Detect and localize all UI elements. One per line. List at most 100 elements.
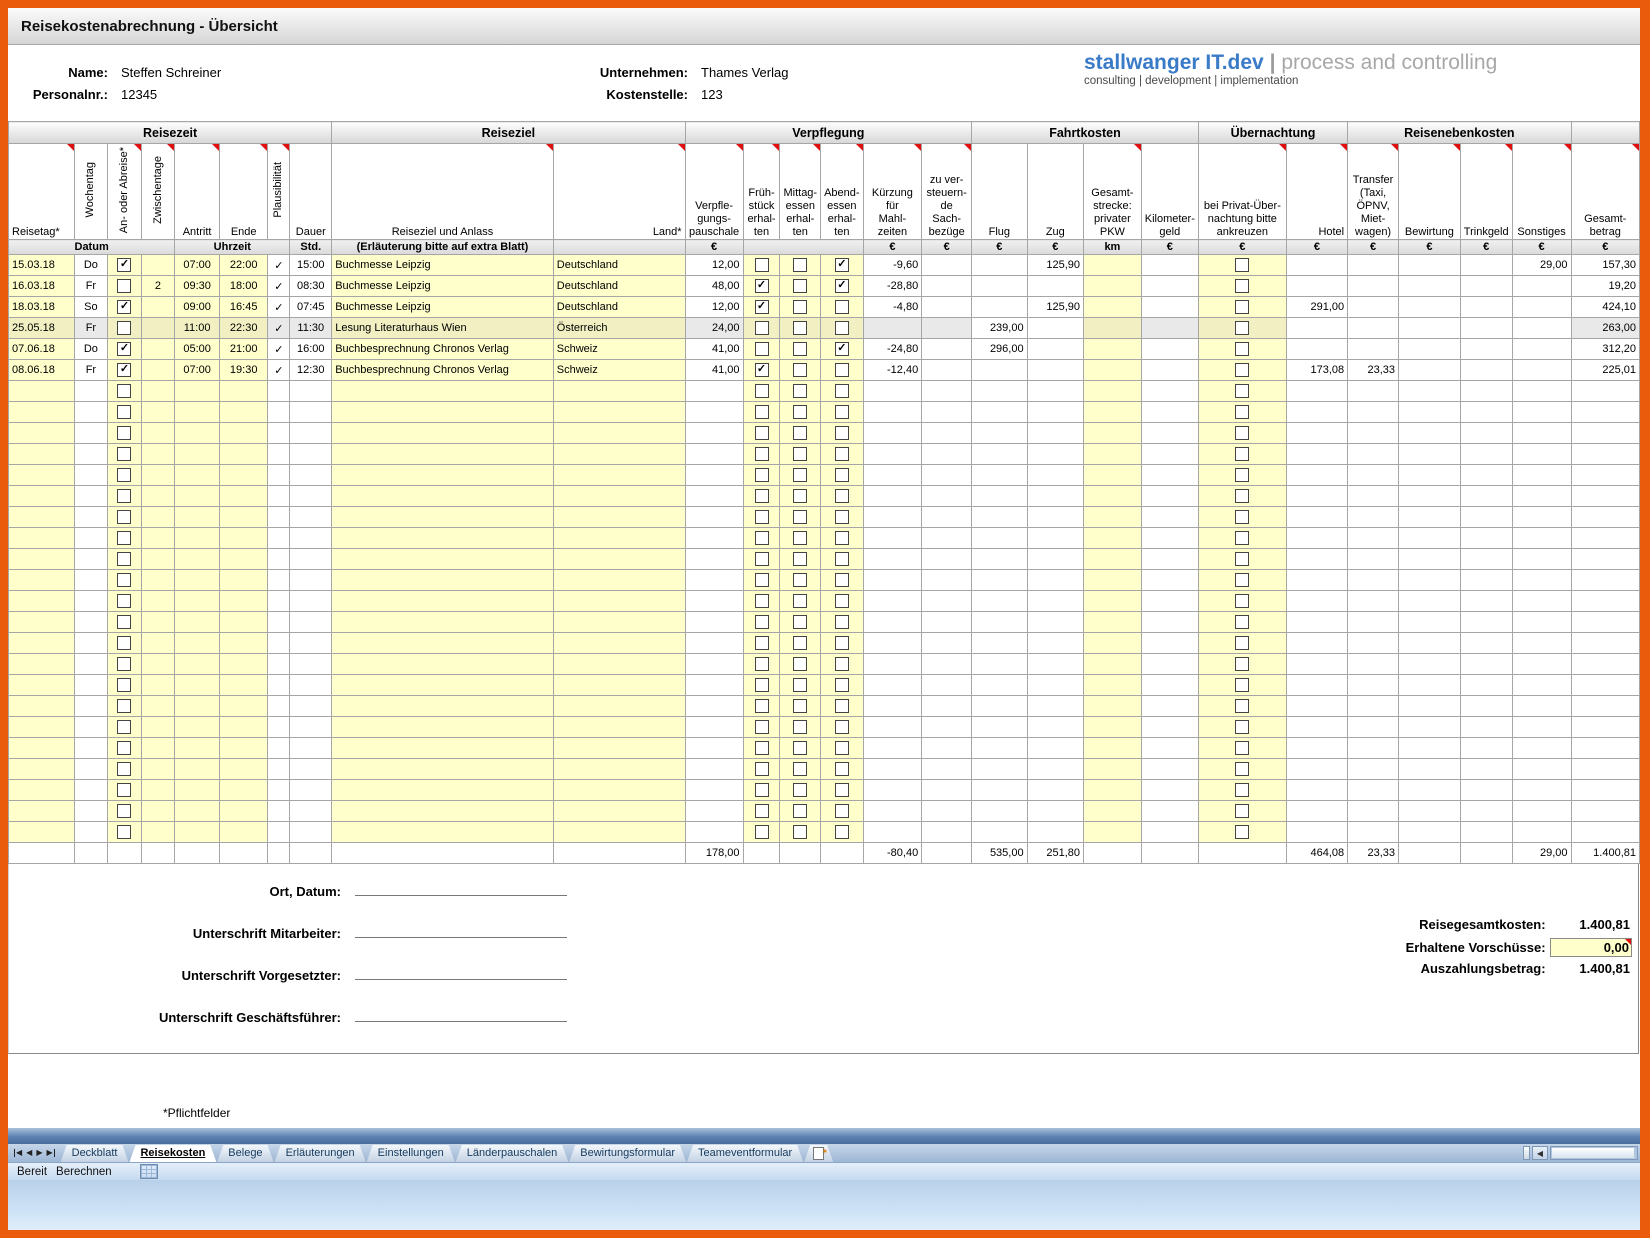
checkbox-privat[interactable] [1235, 447, 1249, 461]
cell-ziel[interactable] [332, 675, 554, 696]
cell-ende[interactable] [219, 486, 268, 507]
cell-mittag[interactable] [780, 675, 821, 696]
cell-mittag[interactable] [780, 423, 821, 444]
cell-frueh[interactable] [743, 507, 780, 528]
cell-ende[interactable] [219, 381, 268, 402]
checkbox-abend[interactable] [835, 405, 849, 419]
cell-ziel[interactable] [332, 465, 554, 486]
sheet-tab-belege[interactable]: Belege [217, 1145, 273, 1162]
cell-abend[interactable] [821, 822, 863, 843]
cell-reisetag[interactable] [9, 423, 75, 444]
cell-ende[interactable] [219, 465, 268, 486]
cell-anab[interactable] [108, 381, 142, 402]
cell-ende[interactable] [219, 444, 268, 465]
checkbox-frueh[interactable] [755, 720, 769, 734]
cell-zwisch[interactable] [141, 339, 175, 360]
checkbox-mittag[interactable] [793, 426, 807, 440]
cell-land[interactable] [553, 759, 685, 780]
checkbox-abend[interactable] [835, 573, 849, 587]
cell-zwisch[interactable] [141, 297, 175, 318]
cell-zwisch[interactable] [141, 528, 175, 549]
cell-privat[interactable] [1198, 696, 1286, 717]
checkbox-mittag[interactable] [793, 489, 807, 503]
sheet-tab-erläuterungen[interactable]: Erläuterungen [275, 1145, 366, 1162]
cell-land[interactable] [553, 612, 685, 633]
cell-reisetag[interactable] [9, 549, 75, 570]
cell-privat[interactable] [1198, 381, 1286, 402]
cell-anab[interactable] [108, 444, 142, 465]
cell-ziel[interactable]: Lesung Literaturhaus Wien [332, 318, 554, 339]
cell-anab[interactable]: ✓ [108, 255, 142, 276]
cell-privat[interactable] [1198, 780, 1286, 801]
checkbox-mittag[interactable] [793, 363, 807, 377]
cell-zwisch[interactable] [141, 675, 175, 696]
cell-abend[interactable] [821, 318, 863, 339]
checkbox-frueh[interactable] [755, 384, 769, 398]
checkbox-privat[interactable] [1235, 657, 1249, 671]
cell-frueh[interactable] [743, 402, 780, 423]
cell-land[interactable] [553, 591, 685, 612]
cell-anab[interactable] [108, 423, 142, 444]
cell-zwisch[interactable] [141, 465, 175, 486]
checkbox-abend[interactable] [835, 363, 849, 377]
cell-antritt[interactable] [175, 675, 220, 696]
cell-ende[interactable] [219, 507, 268, 528]
checkbox-abend[interactable] [835, 510, 849, 524]
cell-mittag[interactable] [780, 780, 821, 801]
cell-pkw[interactable] [1084, 654, 1142, 675]
checkbox-privat[interactable] [1235, 531, 1249, 545]
cell-privat[interactable] [1198, 591, 1286, 612]
cell-zwisch[interactable] [141, 822, 175, 843]
cell-anab[interactable] [108, 507, 142, 528]
cell-ende[interactable] [219, 423, 268, 444]
checkbox-anab[interactable] [117, 594, 131, 608]
cell-mittag[interactable] [780, 570, 821, 591]
checkbox-frueh[interactable] [755, 804, 769, 818]
cell-abend[interactable] [821, 717, 863, 738]
cell-frueh[interactable] [743, 591, 780, 612]
checkbox-privat[interactable] [1235, 699, 1249, 713]
cell-antritt[interactable] [175, 696, 220, 717]
cell-antritt[interactable] [175, 654, 220, 675]
last-sheet-icon[interactable]: ▶ [46, 1149, 55, 1157]
checkbox-privat[interactable] [1235, 321, 1249, 335]
cell-land[interactable]: Schweiz [553, 339, 685, 360]
cell-land[interactable] [553, 801, 685, 822]
cell-ziel[interactable] [332, 381, 554, 402]
cell-mittag[interactable] [780, 276, 821, 297]
cell-ziel[interactable] [332, 654, 554, 675]
kostenstelle-value[interactable]: 123 [701, 87, 788, 102]
checkbox-privat[interactable] [1235, 783, 1249, 797]
cell-ziel[interactable] [332, 528, 554, 549]
cell-frueh[interactable] [743, 444, 780, 465]
cell-ziel[interactable] [332, 444, 554, 465]
cell-antritt[interactable]: 05:00 [175, 339, 220, 360]
checkbox-mittag[interactable] [793, 762, 807, 776]
checkbox-privat[interactable] [1235, 804, 1249, 818]
cell-ende[interactable] [219, 738, 268, 759]
cell-privat[interactable] [1198, 318, 1286, 339]
cell-reisetag[interactable] [9, 444, 75, 465]
sheet-tab-bewirtungsformular[interactable]: Bewirtungsformular [569, 1145, 686, 1162]
cell-pkw[interactable] [1084, 297, 1142, 318]
cell-pkw[interactable] [1084, 276, 1142, 297]
cell-ende[interactable] [219, 528, 268, 549]
cell-privat[interactable] [1198, 801, 1286, 822]
cell-ende[interactable]: 22:00 [219, 255, 268, 276]
cell-antritt[interactable] [175, 528, 220, 549]
cell-anab[interactable] [108, 822, 142, 843]
checkbox-abend[interactable] [835, 426, 849, 440]
cell-zwisch[interactable] [141, 255, 175, 276]
checkbox-privat[interactable] [1235, 279, 1249, 293]
cell-ende[interactable]: 18:00 [219, 276, 268, 297]
cell-abend[interactable] [821, 759, 863, 780]
checkbox-privat[interactable] [1235, 741, 1249, 755]
cell-ziel[interactable] [332, 717, 554, 738]
checkbox-mittag[interactable] [793, 552, 807, 566]
cell-antritt[interactable] [175, 381, 220, 402]
cell-pkw[interactable] [1084, 801, 1142, 822]
checkbox-abend[interactable] [835, 804, 849, 818]
cell-antritt[interactable] [175, 507, 220, 528]
cell-ende[interactable] [219, 591, 268, 612]
checkbox-abend[interactable] [835, 468, 849, 482]
